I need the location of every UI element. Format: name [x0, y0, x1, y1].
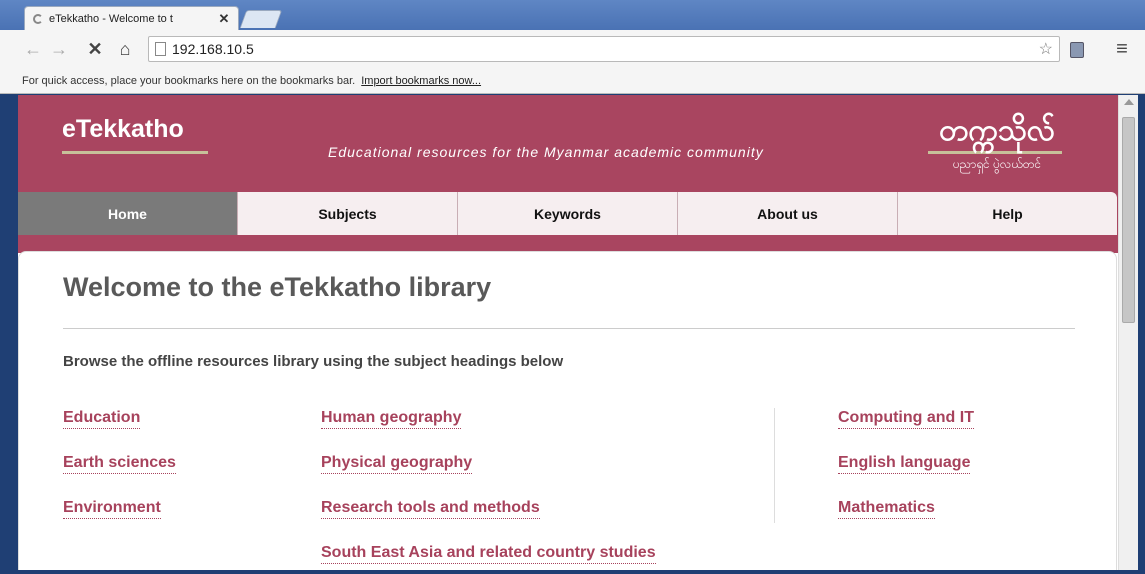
subject-link-research-tools[interactable]: Research tools and methods — [321, 498, 540, 519]
menu-icon[interactable]: ≡ — [1112, 38, 1132, 61]
subject-link-human-geography[interactable]: Human geography — [321, 408, 462, 429]
browser-titlebar: eTekkatho - Welcome to t ✕ — [0, 0, 1145, 30]
bookmark-star-icon[interactable]: ☆ — [1039, 39, 1053, 59]
subject-link-english-language[interactable]: English language — [838, 453, 971, 474]
subjects-column-1: Education Earth sciences Environment — [63, 408, 176, 543]
page-viewport: eTekkatho Educational resources for the … — [18, 95, 1118, 570]
address-bar[interactable]: 192.168.10.5 ☆ — [148, 36, 1060, 62]
main-content: Welcome to the eTekkatho library Browse … — [18, 251, 1117, 570]
myanmar-logo: တက္ကသိုလ် ပညာရှင် ပွဲလယ်တင် — [922, 113, 1072, 174]
site-header: eTekkatho Educational resources for the … — [18, 95, 1118, 253]
scroll-thumb[interactable] — [1122, 117, 1135, 323]
logo-underline — [62, 151, 208, 154]
main-nav: Home Subjects Keywords About us Help — [18, 192, 1117, 235]
extension-icon[interactable] — [1070, 42, 1084, 58]
myanmar-title: တက္ကသိုလ် — [939, 114, 1055, 147]
nav-about-us[interactable]: About us — [678, 192, 898, 235]
site-logo[interactable]: eTekkatho — [62, 115, 184, 144]
bookmarks-hint: For quick access, place your bookmarks h… — [22, 74, 356, 87]
intro-text: Browse the offline resources library usi… — [63, 353, 564, 370]
subject-link-mathematics[interactable]: Mathematics — [838, 498, 935, 519]
subject-link-physical-geography[interactable]: Physical geography — [321, 453, 473, 474]
nav-keywords[interactable]: Keywords — [458, 192, 678, 235]
column-separator — [774, 408, 775, 523]
import-bookmarks-link[interactable]: Import bookmarks now... — [361, 75, 481, 87]
nav-subjects[interactable]: Subjects — [238, 192, 458, 235]
subjects-column-3: Computing and IT English language Mathem… — [838, 408, 974, 543]
nav-home[interactable]: Home — [18, 192, 238, 235]
subjects-column-2: Human geography Physical geography Resea… — [321, 408, 656, 570]
browser-tab[interactable]: eTekkatho - Welcome to t ✕ — [24, 6, 239, 30]
site-tagline: Educational resources for the Myanmar ac… — [328, 144, 764, 160]
bookmarks-bar: For quick access, place your bookmarks h… — [0, 68, 1145, 94]
nav-help[interactable]: Help — [898, 192, 1117, 235]
myanmar-subtitle: ပညာရှင် ပွဲလယ်တင် — [952, 157, 1042, 171]
forward-icon[interactable]: → — [48, 39, 70, 59]
subject-link-south-east-asia[interactable]: South East Asia and related country stud… — [321, 543, 656, 564]
myanmar-underline — [928, 151, 1062, 154]
loading-spinner-icon — [33, 13, 43, 24]
subject-link-computing-it[interactable]: Computing and IT — [838, 408, 974, 429]
page-title: Welcome to the eTekkatho library — [63, 272, 492, 302]
page-scrollbar[interactable] — [1118, 95, 1138, 570]
home-icon[interactable]: ⌂ — [114, 39, 136, 59]
browser-toolbar: ← → ✕ ⌂ 192.168.10.5 ☆ ≡ — [0, 30, 1145, 68]
subject-link-earth-sciences[interactable]: Earth sciences — [63, 453, 176, 474]
tab-title: eTekkatho - Welcome to t — [49, 12, 173, 25]
title-divider — [63, 328, 1075, 329]
subject-link-education[interactable]: Education — [63, 408, 141, 429]
back-icon[interactable]: ← — [22, 39, 44, 59]
scroll-up-icon[interactable] — [1124, 99, 1134, 105]
new-tab-button[interactable] — [239, 10, 283, 28]
tab-close-icon[interactable]: ✕ — [216, 11, 232, 27]
stop-icon[interactable]: ✕ — [84, 39, 106, 59]
page-icon — [155, 42, 166, 56]
address-url: 192.168.10.5 — [172, 41, 254, 57]
subject-link-environment[interactable]: Environment — [63, 498, 161, 519]
